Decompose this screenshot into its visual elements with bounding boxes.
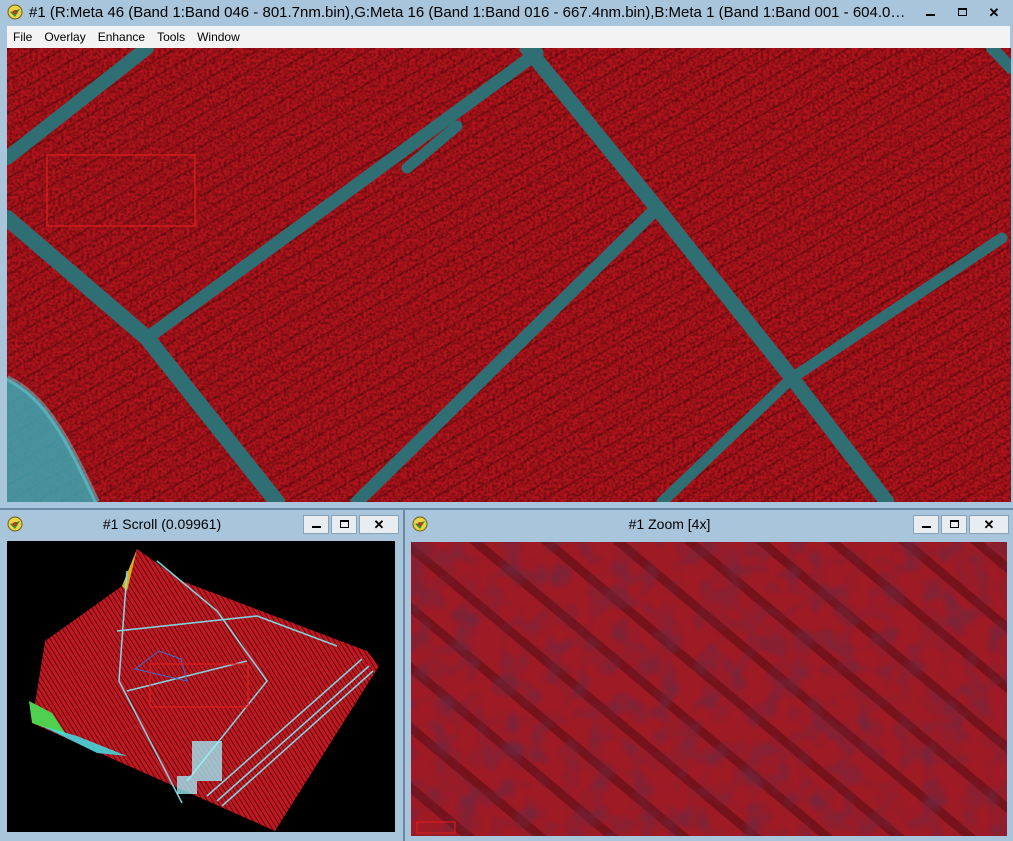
close-icon: ✕: [373, 516, 385, 532]
main-window-title: #1 (R:Meta 46 (Band 1:Band 046 - 801.7nm…: [29, 3, 913, 21]
main-image-view[interactable]: [7, 48, 1011, 502]
zoom-window-titlebar[interactable]: #1 Zoom [4x] ✕: [405, 512, 1013, 536]
menu-bar: File Overlay Enhance Tools Window: [7, 26, 1010, 48]
zoom-minimize-button[interactable]: [913, 514, 939, 534]
minimize-icon: [311, 526, 321, 528]
main-maximize-button[interactable]: [947, 3, 977, 22]
zoom-image-view[interactable]: [411, 542, 1007, 836]
envi-app-icon: [412, 516, 428, 532]
maximize-icon: [949, 520, 959, 528]
menu-file[interactable]: File: [7, 30, 38, 44]
envi-app-icon: [7, 516, 23, 532]
main-window-titlebar[interactable]: #1 (R:Meta 46 (Band 1:Band 046 - 801.7nm…: [0, 0, 1013, 24]
zoom-close-button[interactable]: ✕: [969, 514, 1009, 534]
scroll-maximize-button[interactable]: [331, 514, 357, 534]
zoom-window-title: #1 Zoom [4x]: [628, 516, 711, 532]
scroll-close-button[interactable]: ✕: [359, 514, 399, 534]
scroll-window-titlebar[interactable]: #1 Scroll (0.09961) ✕: [0, 512, 403, 536]
zoom-window: #1 Zoom [4x] ✕: [405, 510, 1013, 841]
main-close-button[interactable]: ✕: [979, 3, 1009, 22]
scroll-overview-image: [29, 549, 379, 831]
envi-app-icon: [7, 4, 23, 20]
close-icon: ✕: [988, 4, 1000, 20]
menu-tools[interactable]: Tools: [151, 30, 191, 44]
menu-window[interactable]: Window: [191, 30, 246, 44]
zoom-maximize-button[interactable]: [941, 514, 967, 534]
maximize-icon: [957, 8, 967, 16]
minimize-icon: [925, 14, 935, 16]
minimize-icon: [921, 526, 931, 528]
scroll-image-view[interactable]: [7, 541, 395, 832]
menu-enhance[interactable]: Enhance: [92, 30, 151, 44]
scroll-window: #1 Scroll (0.09961) ✕: [0, 510, 403, 841]
scroll-window-title: #1 Scroll (0.09961): [102, 516, 222, 532]
main-image-window: #1 (R:Meta 46 (Band 1:Band 046 - 801.7nm…: [0, 0, 1013, 508]
menu-overlay[interactable]: Overlay: [38, 30, 91, 44]
close-icon: ✕: [983, 516, 995, 532]
scroll-minimize-button[interactable]: [303, 514, 329, 534]
main-minimize-button[interactable]: [915, 3, 945, 22]
maximize-icon: [339, 520, 349, 528]
zoom-magnified-image: [411, 542, 1007, 836]
false-color-field-image: [7, 48, 1011, 502]
